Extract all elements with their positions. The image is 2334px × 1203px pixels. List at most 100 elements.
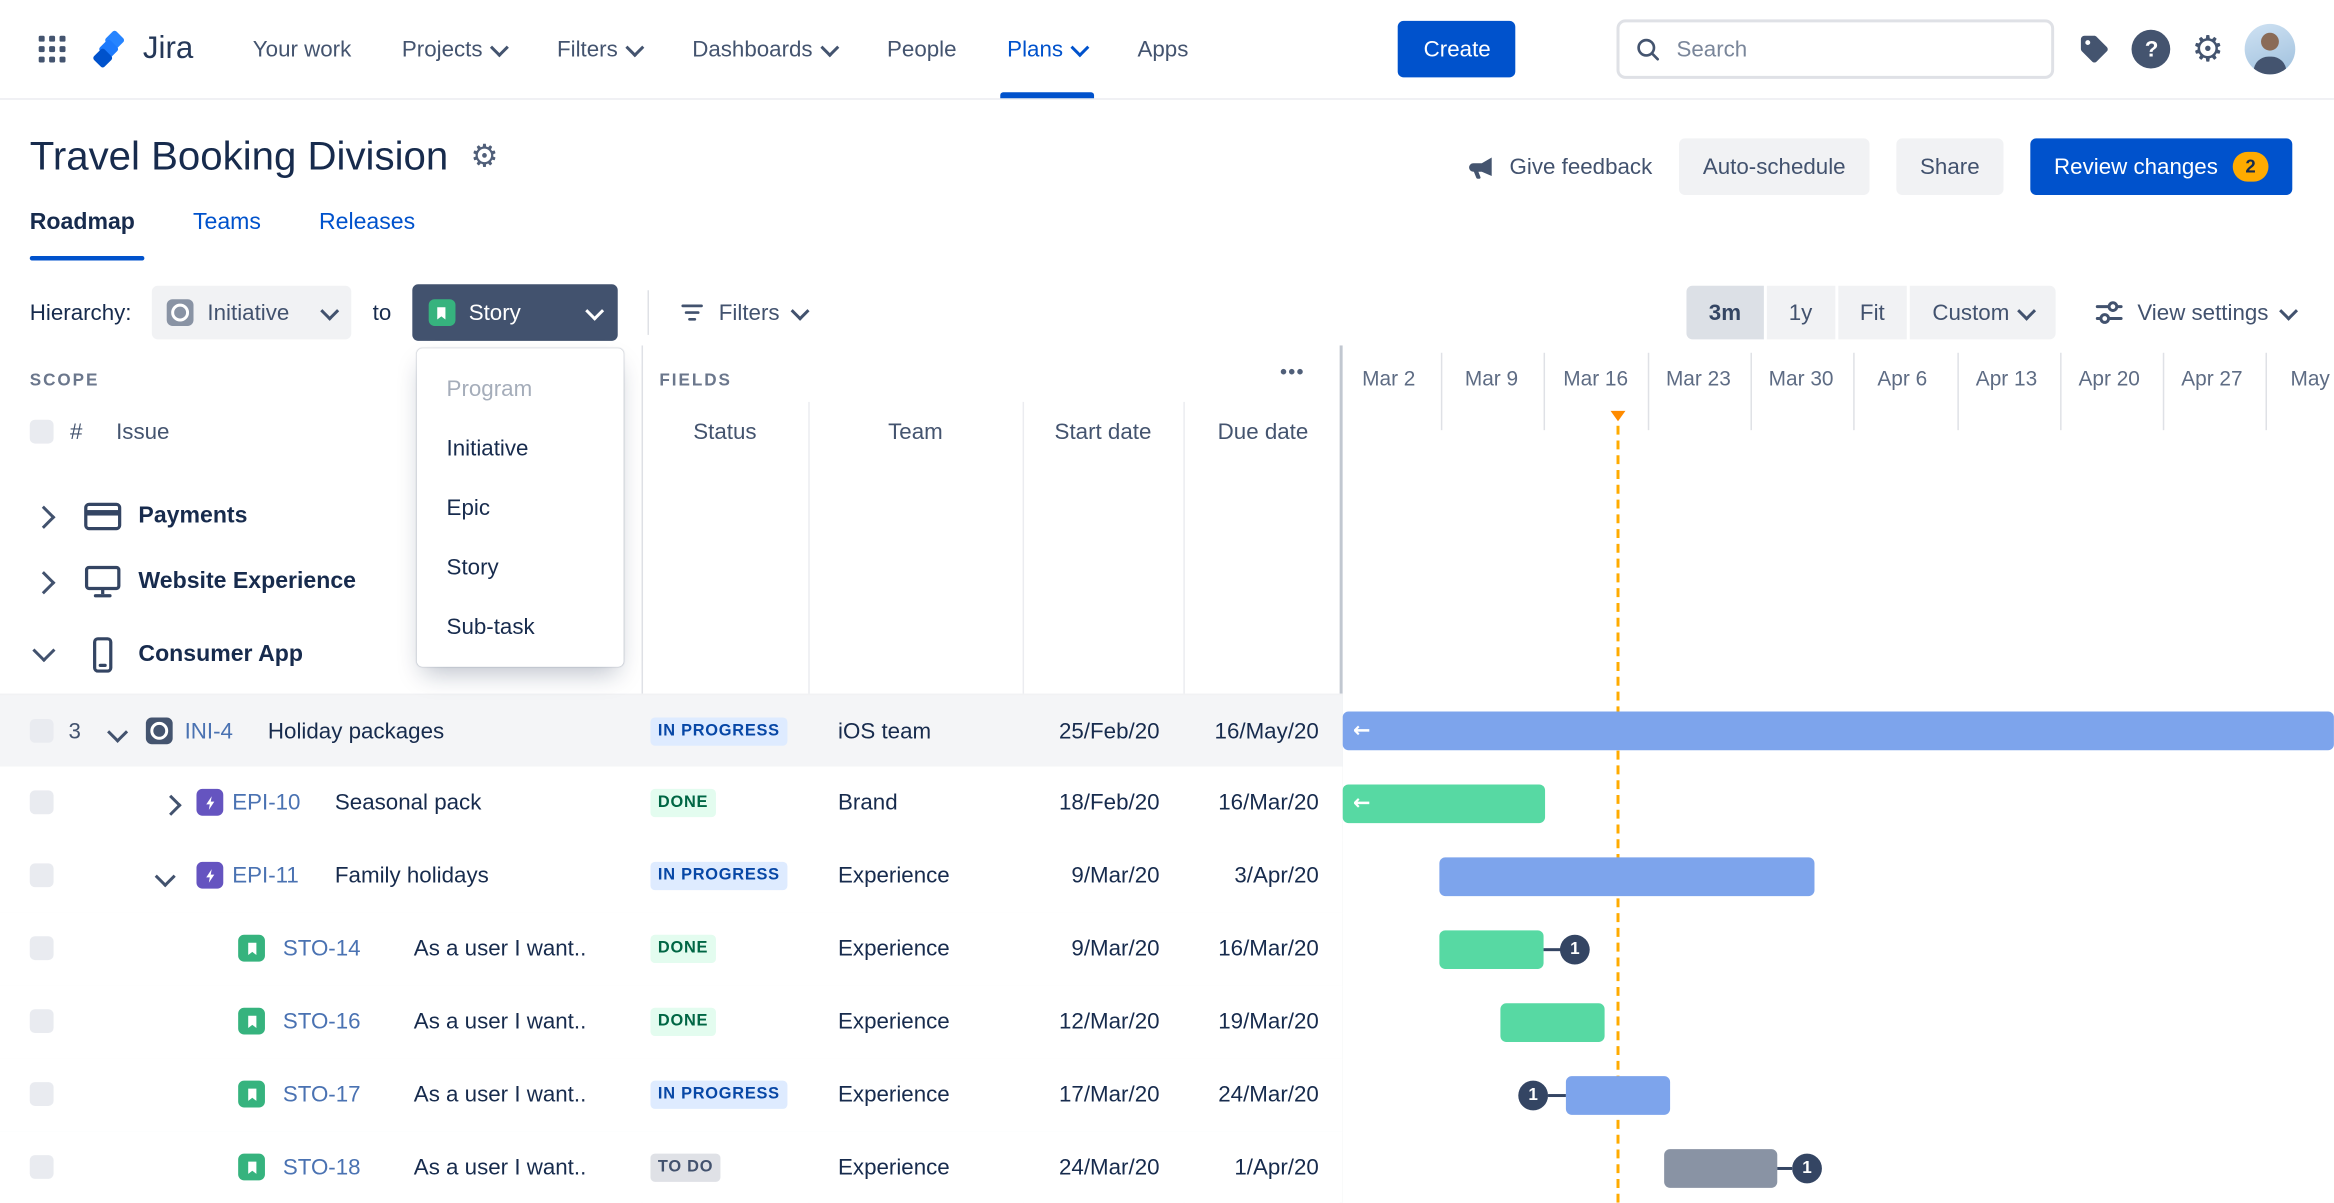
select-all-checkbox[interactable] [29, 419, 54, 444]
row-checkbox[interactable] [29, 936, 54, 961]
issue-key-link[interactable]: STO-16 [283, 985, 361, 1058]
zoom-fit-button[interactable]: Fit [1837, 285, 1908, 340]
gantt-bar-STO-14[interactable] [1439, 930, 1544, 970]
help-icon[interactable]: ? [2132, 29, 2171, 69]
row-checkbox[interactable] [29, 718, 54, 743]
gantt-bar-STO-16[interactable] [1500, 1003, 1605, 1042]
fields-more-button[interactable]: ••• [1280, 360, 1305, 382]
timeline-date-label: Apr 27 [2181, 366, 2243, 390]
review-changes-count-badge: 2 [2232, 151, 2269, 182]
start-date-cell: 24/Mar/20 [1058, 1155, 1160, 1181]
gantt-bar-EPI-10[interactable]: ← [1342, 784, 1546, 824]
credit-card-icon [84, 502, 122, 531]
search-box[interactable] [1617, 19, 2055, 79]
timeline-date-label: Apr 20 [2078, 366, 2140, 390]
jira-plans-page: Jira Your work Projects Filters Dashboar… [0, 0, 2334, 1203]
row-checkbox[interactable] [29, 1155, 54, 1179]
menu-item-initiative[interactable]: Initiative [417, 418, 624, 478]
zoom-1y-button[interactable]: 1y [1766, 285, 1835, 340]
nav-plans[interactable]: Plans [999, 0, 1094, 99]
search-input[interactable] [1673, 34, 2037, 64]
row-checkbox[interactable] [29, 1009, 54, 1034]
menu-item-epic[interactable]: Epic [417, 478, 624, 538]
row-checkbox[interactable] [29, 863, 54, 888]
review-changes-button[interactable]: Review changes 2 [2030, 138, 2293, 195]
expand-chevron-icon[interactable] [32, 504, 56, 529]
status-badge: IN PROGRESS [650, 861, 788, 891]
week-tick [1440, 352, 1443, 431]
nav-filters[interactable]: Filters [557, 0, 645, 98]
gantt-bar-INI-4[interactable]: ← [1342, 711, 2334, 751]
issue-row-EPI-10[interactable]: EPI-10 Seasonal pack DONE Brand 18/Feb/2… [0, 766, 1343, 842]
menu-item-story[interactable]: Story [417, 537, 624, 597]
hierarchy-from-dropdown[interactable]: Initiative [152, 285, 352, 340]
story-type-icon [238, 1007, 265, 1035]
tag-icon[interactable] [2079, 33, 2112, 66]
plan-settings-gear-icon[interactable]: ⚙ [471, 141, 499, 172]
release-count-badge[interactable]: 1 [1518, 1080, 1549, 1111]
share-button[interactable]: Share [1896, 138, 2004, 195]
due-date-column-header: Due date [1217, 419, 1309, 445]
issue-row-INI-4[interactable]: 3 INI-4 Holiday packages IN PROGRESS iOS… [0, 693, 1343, 770]
issue-row-STO-18[interactable]: STO-18 As a user I want.. TO DO Experien… [0, 1131, 1343, 1203]
nav-dashboards[interactable]: Dashboards [692, 0, 840, 98]
tab-roadmap[interactable]: Roadmap [30, 210, 135, 255]
week-tick [2060, 352, 2062, 431]
week-tick [1750, 352, 1752, 431]
give-feedback-button[interactable]: Give feedback [1468, 153, 1652, 181]
epic-type-icon [196, 788, 224, 816]
tab-releases[interactable]: Releases [319, 210, 415, 255]
expand-chevron-icon[interactable] [160, 794, 182, 816]
status-column-header: Status [693, 419, 757, 445]
nav-people[interactable]: People [887, 0, 957, 98]
collapse-chevron-icon[interactable] [32, 638, 56, 662]
mobile-phone-icon [93, 637, 113, 673]
brand-text: Jira [142, 31, 194, 66]
issue-summary: Seasonal pack [334, 790, 482, 816]
release-count-badge[interactable]: 1 [1792, 1153, 1822, 1184]
release-count-badge[interactable]: 1 [1559, 934, 1590, 965]
collapse-chevron-icon[interactable] [107, 721, 129, 743]
zoom-3m-button[interactable]: 3m [1686, 285, 1764, 340]
create-button[interactable]: Create [1398, 20, 1517, 78]
issue-row-EPI-11[interactable]: EPI-11 Family holidays IN PROGRESS Exper… [0, 839, 1343, 914]
initiative-type-icon [145, 717, 173, 745]
issue-row-STO-17[interactable]: STO-17 As a user I want.. IN PROGRESS Ex… [0, 1058, 1343, 1133]
team-cell: iOS team [838, 718, 932, 745]
filters-button[interactable]: Filters [679, 299, 810, 326]
issue-key-link[interactable]: STO-18 [283, 1131, 361, 1202]
user-avatar[interactable] [2244, 23, 2296, 75]
menu-item-subtask[interactable]: Sub-task [417, 597, 624, 657]
nav-your-work[interactable]: Your work [253, 0, 351, 98]
story-type-icon [428, 299, 456, 326]
view-settings-button[interactable]: View settings [2094, 298, 2299, 328]
row-checkbox[interactable] [29, 790, 54, 815]
plan-tabs: Roadmap Teams Releases [30, 210, 415, 255]
issue-key-link[interactable]: INI-4 [185, 695, 233, 768]
issue-row-STO-16[interactable]: STO-16 As a user I want.. DONE Experienc… [0, 985, 1343, 1060]
row-checkbox[interactable] [29, 1082, 54, 1106]
expand-chevron-icon[interactable] [32, 570, 56, 594]
app-switcher-icon[interactable] [38, 35, 66, 63]
issue-key-link[interactable]: STO-14 [283, 912, 361, 985]
nav-apps[interactable]: Apps [1137, 0, 1188, 98]
due-date-cell: 19/Mar/20 [1218, 1009, 1319, 1035]
tab-teams[interactable]: Teams [193, 210, 261, 255]
gantt-bar-STO-18[interactable] [1664, 1149, 1778, 1188]
issue-column-header: Issue [116, 419, 170, 445]
settings-gear-icon[interactable]: ⚙ [2192, 31, 2224, 67]
gantt-bar-EPI-11[interactable] [1439, 857, 1815, 897]
auto-schedule-button[interactable]: Auto-schedule [1679, 138, 1870, 195]
gantt-bar-STO-17[interactable] [1565, 1076, 1671, 1115]
issue-row-STO-14[interactable]: STO-14 As a user I want.. DONE Experienc… [0, 912, 1343, 987]
zoom-custom-button[interactable]: Custom [1910, 285, 2056, 340]
nav-projects[interactable]: Projects [402, 0, 510, 98]
issue-key-link[interactable]: EPI-11 [232, 840, 299, 913]
timeline-date-label: Apr 6 [1877, 366, 1928, 390]
jira-logo[interactable]: Jira [92, 28, 193, 70]
issue-key-link[interactable]: STO-17 [283, 1058, 361, 1131]
collapse-chevron-icon[interactable] [154, 866, 176, 888]
issue-key-link[interactable]: EPI-10 [232, 767, 300, 840]
hierarchy-to-dropdown[interactable]: Story [412, 284, 618, 341]
due-date-cell: 3/Apr/20 [1234, 863, 1319, 889]
